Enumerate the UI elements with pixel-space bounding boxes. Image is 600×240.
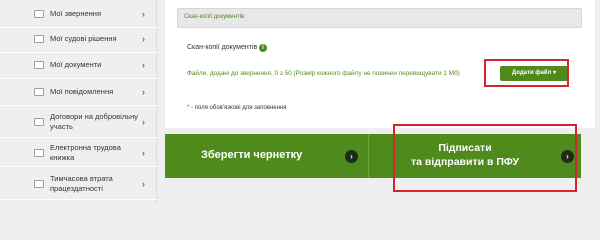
sidebar-item-label: Електронна трудова книжка	[50, 142, 121, 162]
section-title: Скан-копії документів	[184, 14, 245, 20]
envelope-icon	[34, 87, 44, 96]
sidebar-item-label: Мої звернення	[50, 8, 102, 18]
sidebar-item-my-messages[interactable]: Мої повідомлення ›	[0, 78, 157, 106]
sidebar-item-voluntary-contracts[interactable]: Договори на добровільну участь ›	[0, 106, 157, 138]
chevron-right-icon: ›	[142, 116, 145, 127]
sidebar-item-label: Договори на добровільну участь	[50, 111, 139, 131]
chevron-right-icon: ›	[142, 178, 145, 189]
add-file-highlight-box	[484, 59, 569, 87]
sidebar-item-my-documents[interactable]: Мої документи ›	[0, 51, 157, 79]
sidebar: Мої звернення › Мої судові рішення › Мої…	[0, 0, 157, 203]
chevron-right-icon: ›	[142, 86, 145, 97]
sign-and-send-highlight-box	[393, 124, 577, 192]
sidebar-item-label: Мої документи	[50, 59, 102, 69]
sidebar-item-label: Тимчасова втрата працездатності	[50, 173, 113, 193]
document-icon	[34, 117, 44, 126]
chevron-right-icon: ›	[142, 59, 145, 70]
save-draft-label: Зберегти чернетку	[201, 149, 303, 161]
chevron-right-icon: ›	[142, 8, 145, 19]
sidebar-item-court-decisions[interactable]: Мої судові рішення ›	[0, 25, 157, 53]
files-count-info: Файли, додані до звернення, 0 з 50 (Розм…	[187, 70, 460, 77]
save-draft-button[interactable]: Зберегти чернетку ›	[165, 134, 368, 178]
sidebar-item-label: Мої повідомлення	[50, 86, 114, 96]
sidebar-item-label: Мої судові рішення	[50, 33, 117, 43]
document-icon	[34, 34, 44, 43]
info-icon[interactable]: i	[259, 44, 267, 52]
sidebar-item-temporary-disability[interactable]: Тимчасова втрата працездатності ›	[0, 168, 157, 200]
required-fields-note: * - поля обов'язкові для заповнення	[187, 105, 287, 111]
sidebar-item-my-appeals[interactable]: Мої звернення ›	[0, 0, 157, 28]
document-icon	[34, 179, 44, 188]
scan-copies-section-header[interactable]: Скан-копії документів	[177, 8, 582, 28]
envelope-icon	[34, 9, 44, 18]
document-icon	[34, 60, 44, 69]
scan-copies-label: Скан-копії документів	[187, 44, 258, 51]
chevron-right-icon: ›	[142, 33, 145, 44]
arrow-right-icon: ›	[345, 150, 358, 163]
book-icon	[34, 148, 44, 157]
required-note-text: - поля обов'язкові для заповнення	[189, 105, 287, 111]
chevron-right-icon: ›	[142, 147, 145, 158]
sidebar-item-electronic-workbook[interactable]: Електронна трудова книжка ›	[0, 139, 157, 167]
